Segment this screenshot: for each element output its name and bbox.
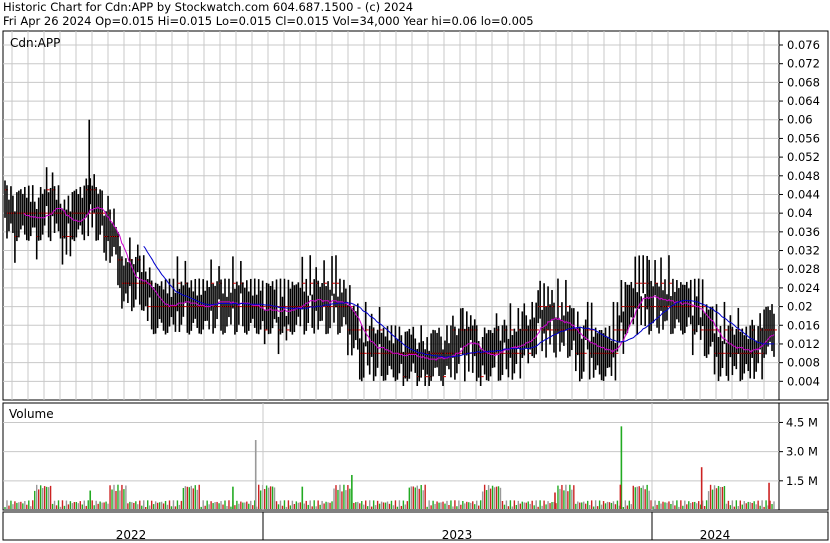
price-tick-label: 0.032 [787,244,820,258]
price-tick-label: 0.008 [787,356,820,370]
price-tick-label: 0.076 [787,38,820,52]
price-tick-label: 0.052 [787,150,820,164]
chart-root: Historic Chart for Cdn:APP by Stockwatch… [0,0,830,543]
stock-chart: 0.004 0.008 0.012 0.016 0.02 0.024 0.028 0.032 0… [2,30,829,542]
volume-tick-label: 1.5 M [786,474,818,488]
year-label: 2022 [116,528,147,542]
year-label: 2024 [700,528,731,542]
price-tick-label: 0.04 [787,206,813,220]
price-tick-label: 0.056 [787,131,820,145]
chart-symbol-label: Cdn:APP [10,36,60,50]
price-tick-label: 0.024 [787,281,820,295]
price-tick-label: 0.004 [787,374,820,388]
volume-label: Volume [9,407,54,421]
price-tick-label: 0.012 [787,337,820,351]
price-tick-label: 0.048 [787,169,820,183]
price-tick-label: 0.028 [787,262,820,276]
price-tick-label: 0.06 [787,113,813,127]
price-tick-label: 0.02 [787,300,813,314]
volume-tick-label: 3.0 M [786,445,818,459]
price-tick-label: 0.064 [787,94,820,108]
volume-tick-label: 4.5 M [786,415,818,429]
price-tick-label: 0.016 [787,318,820,332]
price-tick-label: 0.036 [787,225,820,239]
price-tick-label: 0.044 [787,187,820,201]
year-label: 2023 [442,528,473,542]
price-tick-label: 0.068 [787,75,820,89]
price-tick-label: 0.072 [787,57,820,71]
